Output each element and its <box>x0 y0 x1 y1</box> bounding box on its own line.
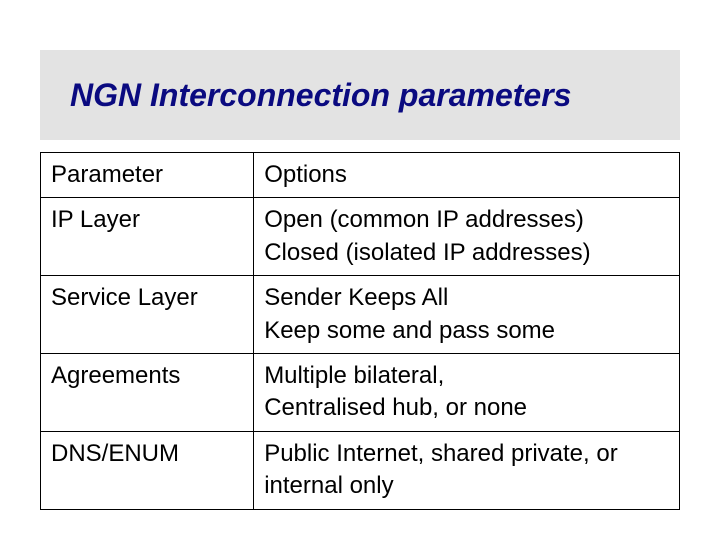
header-options: Options <box>254 153 680 198</box>
cell-options: Multiple bilateral,Centralised hub, or n… <box>254 353 680 431</box>
table-row: IP Layer Open (common IP addresses)Close… <box>41 198 680 276</box>
table-row: Agreements Multiple bilateral,Centralise… <box>41 353 680 431</box>
cell-parameter: DNS/ENUM <box>41 431 254 509</box>
header-parameter: Parameter <box>41 153 254 198</box>
cell-options: Public Internet, shared private, or inte… <box>254 431 680 509</box>
page-title: NGN Interconnection parameters <box>70 77 571 114</box>
title-band: NGN Interconnection parameters <box>40 50 680 140</box>
cell-options: Sender Keeps AllKeep some and pass some <box>254 276 680 354</box>
table-row: Service Layer Sender Keeps AllKeep some … <box>41 276 680 354</box>
cell-parameter: Agreements <box>41 353 254 431</box>
cell-options: Open (common IP addresses)Closed (isolat… <box>254 198 680 276</box>
table-row: DNS/ENUM Public Internet, shared private… <box>41 431 680 509</box>
cell-parameter: IP Layer <box>41 198 254 276</box>
cell-parameter: Service Layer <box>41 276 254 354</box>
parameters-table: Parameter Options IP Layer Open (common … <box>40 152 680 510</box>
table-header-row: Parameter Options <box>41 153 680 198</box>
slide: NGN Interconnection parameters Parameter… <box>0 0 720 540</box>
